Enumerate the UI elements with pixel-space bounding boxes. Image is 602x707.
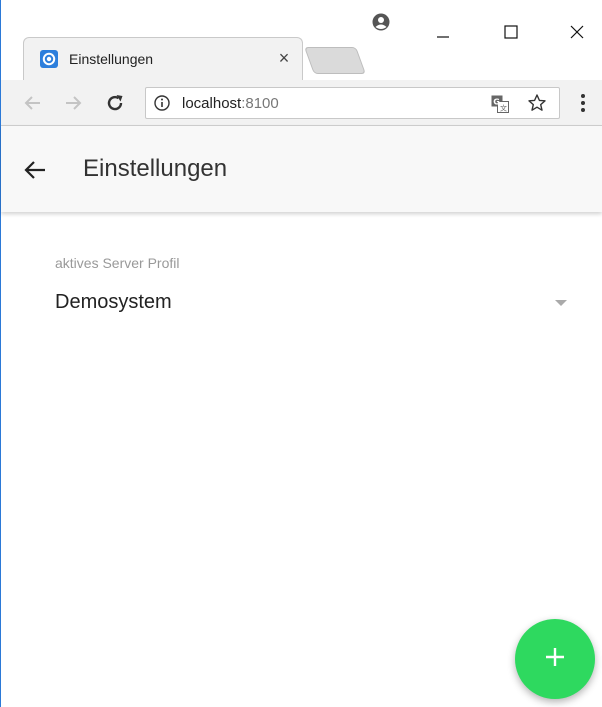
svg-text:G: G <box>493 98 500 107</box>
browser-tab-active[interactable]: Einstellungen × <box>23 37 303 80</box>
reload-icon[interactable] <box>101 89 129 117</box>
close-window-button[interactable] <box>557 14 597 50</box>
settings-content: aktives Server Profil Demosystem <box>1 212 602 707</box>
plus-icon <box>543 645 567 674</box>
forward-nav-icon[interactable] <box>59 89 87 117</box>
tab-title: Einstellungen <box>69 51 154 67</box>
site-info-icon[interactable] <box>154 95 170 111</box>
server-profile-label: aktives Server Profil <box>55 255 180 271</box>
title-bar: Einstellungen × <box>1 0 602 80</box>
address-bar[interactable]: localhost:8100 G 文 <box>145 87 560 119</box>
server-profile-value: Demosystem <box>55 291 172 313</box>
profile-icon[interactable] <box>371 12 391 32</box>
tab-close-icon[interactable]: × <box>274 47 294 69</box>
back-nav-icon[interactable] <box>19 89 47 117</box>
add-fab-button[interactable] <box>515 619 595 699</box>
app-favicon-icon <box>40 50 58 68</box>
browser-menu-icon[interactable] <box>573 91 593 115</box>
browser-window: Einstellungen × localhost:8100 G 文 Einst… <box>0 0 602 707</box>
svg-text:文: 文 <box>500 104 507 113</box>
minimize-button[interactable] <box>423 14 463 50</box>
maximize-button[interactable] <box>491 14 531 50</box>
browser-toolbar: localhost:8100 G 文 <box>1 80 602 126</box>
app-header: Einstellungen <box>1 126 602 212</box>
address-url: localhost:8100 <box>182 95 279 112</box>
translate-icon[interactable]: G 文 <box>491 95 509 113</box>
page-title: Einstellungen <box>83 155 228 182</box>
back-arrow-icon[interactable] <box>21 156 49 184</box>
new-tab-button[interactable] <box>304 47 366 74</box>
bookmark-star-icon[interactable] <box>527 93 547 113</box>
dropdown-arrow-icon <box>555 300 567 306</box>
